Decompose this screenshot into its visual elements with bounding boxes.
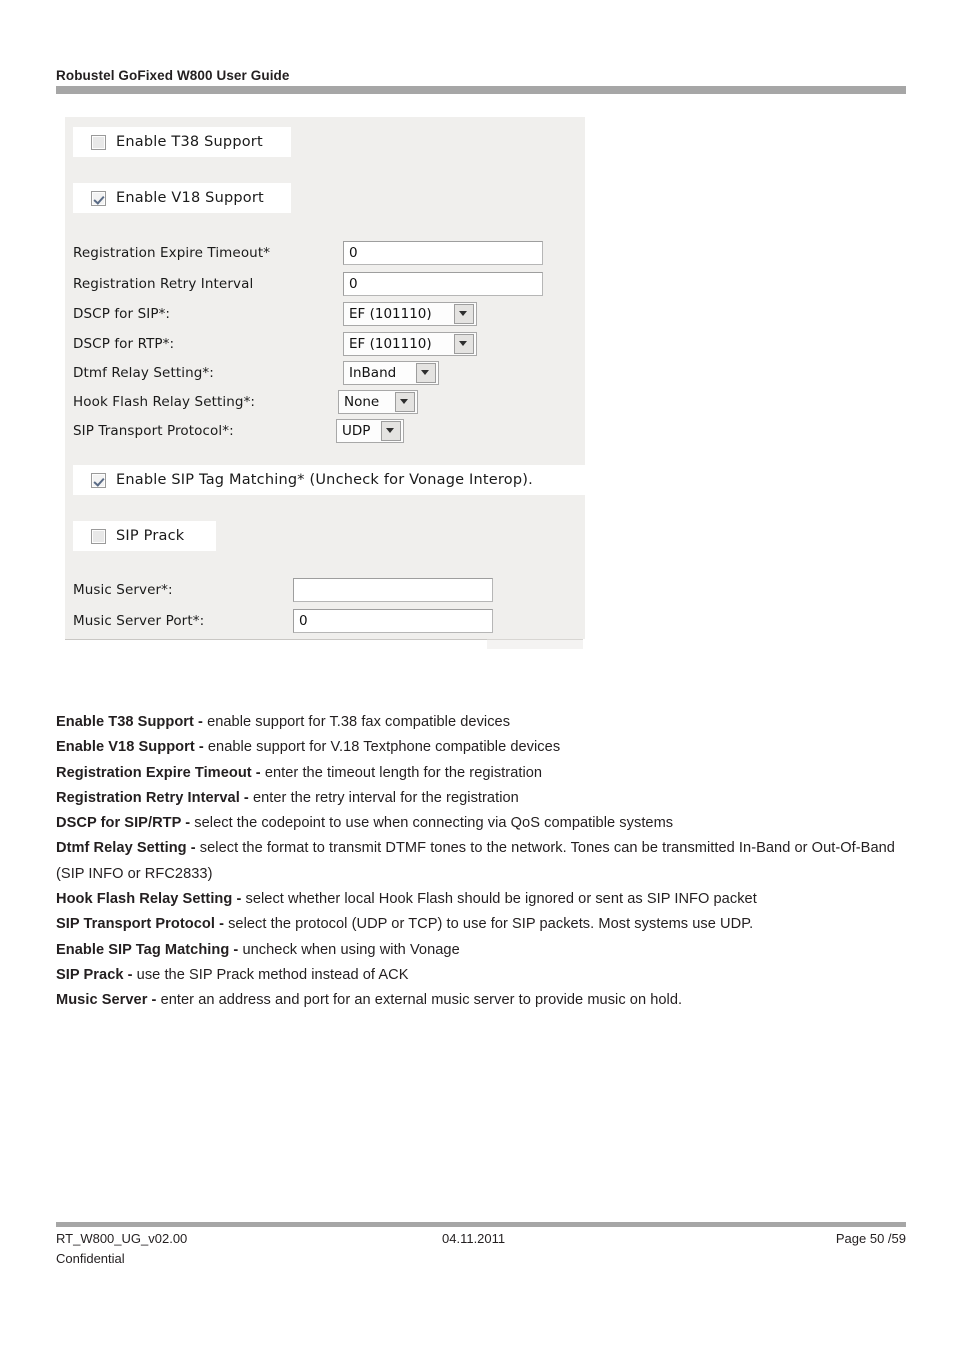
description-term: Enable T38 Support - xyxy=(56,714,208,730)
description-list: Enable T38 Support - enable support for … xyxy=(56,710,916,1014)
description-item: Enable V18 Support - enable support for … xyxy=(56,735,916,760)
checkbox-enable-v18-icon[interactable] xyxy=(91,190,106,206)
description-item: Enable SIP Tag Matching - uncheck when u… xyxy=(56,938,916,963)
checkbox-sip-prack-icon[interactable] xyxy=(91,528,106,544)
field-row-dtmf-relay-setting: Dtmf Relay Setting*: InBand xyxy=(73,358,439,387)
description-item: Registration Expire Timeout - enter the … xyxy=(56,761,916,786)
description-text: enter the timeout length for the registr… xyxy=(264,764,543,781)
panel-left-edge xyxy=(63,117,65,642)
description-term: Hook Flash Relay Setting - xyxy=(56,891,246,908)
checkbox-row-enable-v18[interactable]: Enable V18 Support xyxy=(73,183,291,213)
label-dtmf-relay-setting: Dtmf Relay Setting*: xyxy=(73,364,214,381)
description-text: select the protocol (UDP or TCP) to use … xyxy=(228,916,754,933)
input-music-server-port[interactable]: 0 xyxy=(293,608,493,633)
description-text: use the SIP Prack method instead of ACK xyxy=(136,966,409,983)
label-registration-retry-interval: Registration Retry Interval xyxy=(73,275,254,292)
field-row-registration-retry-interval: Registration Retry Interval 0 xyxy=(73,269,543,298)
footer-line-secondary: Confidential xyxy=(56,1251,906,1271)
description-term: Registration Expire Timeout - xyxy=(56,764,265,781)
field-row-hook-flash-relay-setting: Hook Flash Relay Setting*: None xyxy=(73,387,418,416)
checkbox-enable-t38-label: Enable T38 Support xyxy=(116,134,263,150)
field-row-sip-transport-protocol: SIP Transport Protocol*: UDP xyxy=(73,416,404,445)
select-dscp-rtp-value: EF (101110) xyxy=(349,335,432,352)
header-title: Robustel GoFixed W800 User Guide xyxy=(56,68,290,83)
footer-date: 04.11.2011 xyxy=(442,1231,506,1246)
description-term: SIP Prack - xyxy=(56,966,137,983)
footer-page-number: Page 50 /59 xyxy=(835,1231,906,1246)
footer-line-primary: RT_W800_UG_v02.00 04.11.2011 Page 50 /59 xyxy=(56,1231,906,1251)
description-text: select the codepoint to use when connect… xyxy=(194,815,674,832)
description-text: uncheck when using with Vonage xyxy=(242,941,460,958)
label-music-server: Music Server*: xyxy=(73,581,173,598)
select-dscp-rtp[interactable]: EF (101110) xyxy=(343,331,477,356)
label-dscp-sip: DSCP for SIP*: xyxy=(73,305,171,322)
select-dtmf-relay-setting-value: InBand xyxy=(349,364,397,381)
input-registration-retry-interval[interactable]: 0 xyxy=(343,271,543,296)
field-row-music-server-port: Music Server Port*: 0 xyxy=(73,606,493,635)
description-text: enter the retry interval for the registr… xyxy=(252,789,519,806)
description-item: SIP Prack - use the SIP Prack method ins… xyxy=(56,963,916,988)
input-music-server[interactable] xyxy=(293,577,493,602)
description-term: SIP Transport Protocol - xyxy=(56,916,229,933)
description-item: DSCP for SIP/RTP - select the codepoint … xyxy=(56,811,916,836)
description-item: SIP Transport Protocol - select the prot… xyxy=(56,912,916,937)
chevron-down-icon[interactable] xyxy=(454,303,474,324)
description-text: enter an address and port for an externa… xyxy=(160,992,683,1009)
checkbox-row-enable-sip-tag-matching[interactable]: Enable SIP Tag Matching* (Uncheck for Vo… xyxy=(73,465,606,495)
label-music-server-port: Music Server Port*: xyxy=(73,612,205,629)
description-item: Registration Retry Interval - enter the … xyxy=(56,786,916,811)
checkbox-enable-sip-tag-matching-label: Enable SIP Tag Matching* (Uncheck for Vo… xyxy=(116,472,533,488)
chevron-down-icon[interactable] xyxy=(454,333,474,354)
select-sip-transport-protocol[interactable]: UDP xyxy=(336,418,404,443)
description-text: select whether local Hook Flash should b… xyxy=(245,891,757,908)
label-dscp-rtp: DSCP for RTP*: xyxy=(73,335,175,352)
select-dtmf-relay-setting[interactable]: InBand xyxy=(343,360,439,385)
footer-document-id: RT_W800_UG_v02.00 xyxy=(56,1231,188,1246)
description-text: enable support for V.18 Textphone compat… xyxy=(207,739,561,756)
chevron-down-icon[interactable] xyxy=(395,391,415,412)
config-screenshot-panel: Enable T38 Support Enable V18 Support Re… xyxy=(63,117,606,649)
select-hook-flash-relay-setting-value: None xyxy=(344,393,380,410)
field-row-music-server: Music Server*: xyxy=(73,575,493,604)
description-term: Enable V18 Support - xyxy=(56,739,208,756)
select-dscp-sip-value: EF (101110) xyxy=(349,305,432,322)
description-item: Enable T38 Support - enable support for … xyxy=(56,710,916,735)
header-divider xyxy=(56,86,906,94)
field-row-dscp-rtp: DSCP for RTP*: EF (101110) xyxy=(73,329,477,358)
footer-divider xyxy=(56,1222,906,1227)
description-term: Music Server - xyxy=(56,992,161,1009)
label-sip-transport-protocol: SIP Transport Protocol*: xyxy=(73,422,234,439)
footer-confidential-label: Confidential xyxy=(56,1251,125,1266)
chevron-down-icon[interactable] xyxy=(416,362,436,383)
description-text: enable support for T.38 fax compatible d… xyxy=(207,714,511,730)
label-hook-flash-relay-setting: Hook Flash Relay Setting*: xyxy=(73,393,256,410)
field-row-dscp-sip: DSCP for SIP*: EF (101110) xyxy=(73,299,477,328)
field-row-registration-expire-timeout: Registration Expire Timeout* 0 xyxy=(73,238,543,267)
description-item: Dtmf Relay Setting - select the format t… xyxy=(56,836,916,887)
page-header: Robustel GoFixed W800 User Guide xyxy=(56,68,906,83)
select-dscp-sip[interactable]: EF (101110) xyxy=(343,301,477,326)
checkbox-enable-sip-tag-matching-icon[interactable] xyxy=(91,472,106,488)
description-term: DSCP for SIP/RTP - xyxy=(56,815,195,832)
label-registration-expire-timeout: Registration Expire Timeout* xyxy=(73,244,271,261)
select-hook-flash-relay-setting[interactable]: None xyxy=(338,389,418,414)
checkbox-sip-prack-label: SIP Prack xyxy=(116,528,185,544)
description-item: Hook Flash Relay Setting - select whethe… xyxy=(56,887,916,912)
panel-scrollbar-remnant[interactable] xyxy=(487,639,583,649)
chevron-down-icon[interactable] xyxy=(381,420,401,441)
description-term: Enable SIP Tag Matching - xyxy=(56,941,243,958)
description-term: Dtmf Relay Setting - xyxy=(56,840,200,857)
checkbox-row-sip-prack[interactable]: SIP Prack xyxy=(73,521,216,551)
select-sip-transport-protocol-value: UDP xyxy=(342,422,371,439)
checkbox-enable-v18-label: Enable V18 Support xyxy=(116,190,264,206)
description-term: Registration Retry Interval - xyxy=(56,789,253,806)
input-registration-expire-timeout[interactable]: 0 xyxy=(343,240,543,265)
checkbox-row-enable-t38[interactable]: Enable T38 Support xyxy=(73,127,291,157)
description-item: Music Server - enter an address and port… xyxy=(56,988,916,1013)
page-footer: RT_W800_UG_v02.00 04.11.2011 Page 50 /59… xyxy=(56,1231,906,1271)
checkbox-enable-t38-icon[interactable] xyxy=(91,134,106,150)
